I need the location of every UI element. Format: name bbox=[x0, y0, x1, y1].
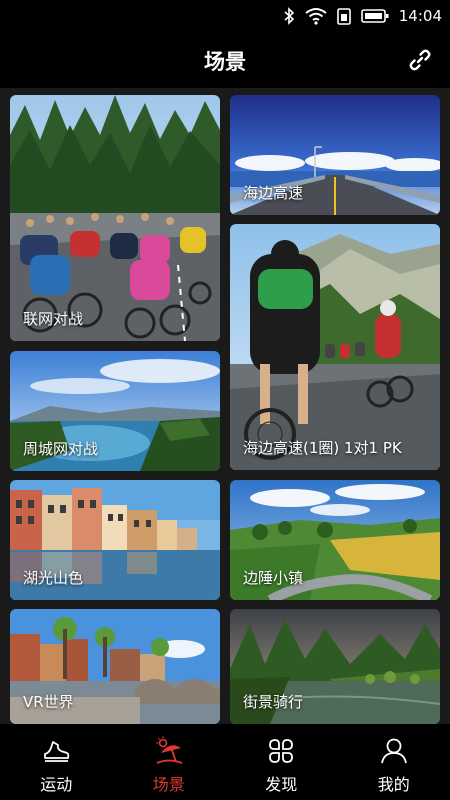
scene-card-city-race[interactable]: 周城网对战 bbox=[10, 351, 220, 471]
scene-card-vr-world[interactable]: VR世界 bbox=[10, 609, 220, 724]
tab-label: 发现 bbox=[265, 775, 298, 794]
page-title: 场景 bbox=[204, 50, 246, 74]
app-header: 场景 bbox=[0, 32, 450, 88]
tab-profile[interactable]: 我的 bbox=[338, 724, 450, 800]
scene-label: 海边高速 bbox=[243, 184, 304, 202]
scene-label: VR世界 bbox=[23, 693, 74, 711]
scene-image-mountain-riders bbox=[230, 224, 440, 470]
grid-petals-icon bbox=[269, 739, 294, 763]
sim-icon bbox=[336, 8, 351, 25]
status-time: 14:04 bbox=[398, 7, 442, 25]
scene-image-peloton bbox=[10, 95, 220, 341]
scene-card-online-race[interactable]: 联网对战 bbox=[10, 95, 220, 341]
scene-label: 街景骑行 bbox=[243, 693, 304, 711]
scene-card-coastal-highway[interactable]: 海边高速 bbox=[230, 95, 440, 215]
scene-label: 周城网对战 bbox=[23, 440, 99, 458]
scene-card-coastal-pk[interactable]: 海边高速(1圈) 1对1 PK bbox=[230, 224, 440, 470]
beach-umbrella-icon bbox=[156, 736, 183, 764]
scene-card-lake-mountain[interactable]: 湖光山色 bbox=[10, 480, 220, 600]
tab-discover[interactable]: 发现 bbox=[225, 724, 338, 800]
bottom-tab-bar: 运动 场景 发现 我的 bbox=[0, 724, 450, 800]
link-icon[interactable] bbox=[408, 48, 432, 72]
tab-label: 我的 bbox=[377, 775, 410, 794]
scene-label: 湖光山色 bbox=[23, 569, 84, 587]
tab-label: 场景 bbox=[152, 775, 185, 794]
scene-card-border-town[interactable]: 边陲小镇 bbox=[230, 480, 440, 600]
wifi-icon bbox=[305, 8, 327, 25]
sneaker-icon bbox=[44, 741, 70, 762]
scene-label: 海边高速(1圈) 1对1 PK bbox=[243, 439, 402, 457]
scene-label: 边陲小镇 bbox=[243, 569, 304, 587]
status-bar: 14:04 bbox=[0, 0, 450, 32]
scene-grid: 联网对战 海边高速 海边高速(1圈) 1对1 PK 周城网对战 湖光山色 边陲小… bbox=[0, 88, 450, 724]
scene-card-street-ride[interactable]: 街景骑行 bbox=[230, 609, 440, 724]
scene-label: 联网对战 bbox=[23, 310, 84, 328]
bluetooth-icon bbox=[284, 7, 294, 25]
tab-sport[interactable]: 运动 bbox=[0, 724, 113, 800]
status-icons: 14:04 bbox=[283, 6, 442, 26]
tab-scenes[interactable]: 场景 bbox=[113, 724, 226, 800]
battery-icon bbox=[360, 9, 389, 23]
tab-label: 运动 bbox=[40, 775, 73, 794]
person-icon bbox=[380, 738, 407, 764]
